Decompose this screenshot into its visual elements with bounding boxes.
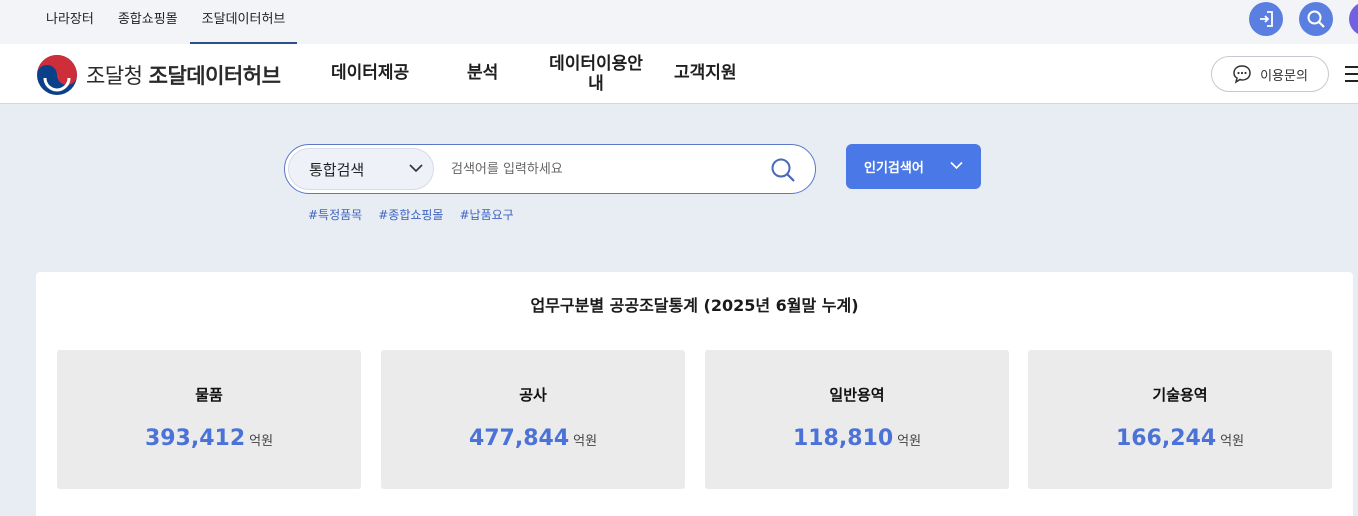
stat-card-construction[interactable]: 공사 477,844 억원 <box>381 350 685 489</box>
nav-usage-guide[interactable]: 데이터이용안내 <box>546 54 646 94</box>
stat-label: 기술용역 <box>1152 386 1208 404</box>
search-category-value: 통합검색 <box>309 160 365 179</box>
nav-customer-support[interactable]: 고객지원 <box>674 63 737 83</box>
toplink-data-hub[interactable]: 조달데이터허브 <box>189 0 298 44</box>
stat-label: 일반용역 <box>829 386 885 404</box>
chat-bubble-icon <box>1233 65 1251 84</box>
brand-org: 조달청 <box>86 64 143 88</box>
stat-amount: 393,412 억원 <box>57 426 361 451</box>
stat-value: 118,810 <box>792 426 894 451</box>
search-box: 통합검색 <box>284 144 816 194</box>
tag-delivery-request[interactable]: #납품요구 <box>459 206 513 223</box>
stat-unit: 억원 <box>897 434 922 449</box>
search-category-select[interactable]: 통합검색 <box>288 148 434 190</box>
top-links: 나라장터 종합쇼핑몰 조달데이터허브 <box>34 0 298 44</box>
stat-amount: 166,244 억원 <box>1028 426 1332 451</box>
popular-keywords-button[interactable]: 인기검색어 <box>846 144 981 189</box>
stat-card-goods[interactable]: 물품 393,412 억원 <box>57 350 361 489</box>
toplink-nara[interactable]: 나라장터 <box>34 0 106 44</box>
login-icon <box>1260 11 1273 27</box>
stat-amount: 118,810 억원 <box>705 426 1009 451</box>
stat-unit: 억원 <box>249 434 274 449</box>
nav-data-provision[interactable]: 데이터제공 <box>331 63 409 83</box>
profile-button[interactable] <box>1349 2 1358 36</box>
tag-shopping-mall[interactable]: #종합쇼핑몰 <box>378 206 443 223</box>
procurement-stats-panel: 업무구분별 공공조달통계 (2025년 6월말 누계) 물품 393,412 억원… <box>36 272 1353 516</box>
inquiry-label: 이용문의 <box>1260 68 1308 84</box>
site-brand[interactable]: 조달청 조달데이터허브 <box>86 60 281 90</box>
stat-value: 166,244 <box>1115 426 1217 451</box>
menu-icon[interactable] <box>1345 66 1358 82</box>
stat-label: 물품 <box>195 386 223 404</box>
stat-value: 393,412 <box>144 426 246 451</box>
main-header: 조달청 조달데이터허브 데이터제공 분석 데이터이용안내 고객지원 이용문의 <box>0 44 1358 104</box>
stat-card-technical-service[interactable]: 기술용역 166,244 억원 <box>1028 350 1332 489</box>
brand-name: 조달데이터허브 <box>148 64 281 88</box>
stat-unit: 억원 <box>573 434 598 449</box>
tag-specific-items[interactable]: #특정품목 <box>308 206 362 223</box>
nav-analysis[interactable]: 분석 <box>467 63 498 83</box>
login-button[interactable] <box>1249 2 1283 36</box>
search-icon <box>1307 10 1325 28</box>
inquiry-button[interactable]: 이용문의 <box>1211 56 1329 92</box>
search-submit-icon[interactable] <box>769 156 797 184</box>
chevron-down-icon <box>409 164 423 173</box>
search-input[interactable] <box>451 157 751 181</box>
top-search-button[interactable] <box>1299 2 1333 36</box>
search-tags: #특정품목 #종합쇼핑몰 #납품요구 <box>308 206 514 223</box>
stat-unit: 억원 <box>1220 434 1245 449</box>
stat-label: 공사 <box>519 386 547 404</box>
top-utility-bar: 나라장터 종합쇼핑몰 조달데이터허브 <box>0 0 1358 44</box>
stat-value: 477,844 <box>468 426 570 451</box>
chevron-down-icon <box>950 161 963 170</box>
stats-title: 업무구분별 공공조달통계 (2025년 6월말 누계) <box>530 296 859 315</box>
stat-card-general-service[interactable]: 일반용역 118,810 억원 <box>705 350 1009 489</box>
toplink-shopping-mall[interactable]: 종합쇼핑몰 <box>106 0 190 44</box>
government-logo-icon[interactable] <box>36 54 78 96</box>
stat-amount: 477,844 억원 <box>381 426 685 451</box>
popular-keywords-label: 인기검색어 <box>864 161 924 176</box>
